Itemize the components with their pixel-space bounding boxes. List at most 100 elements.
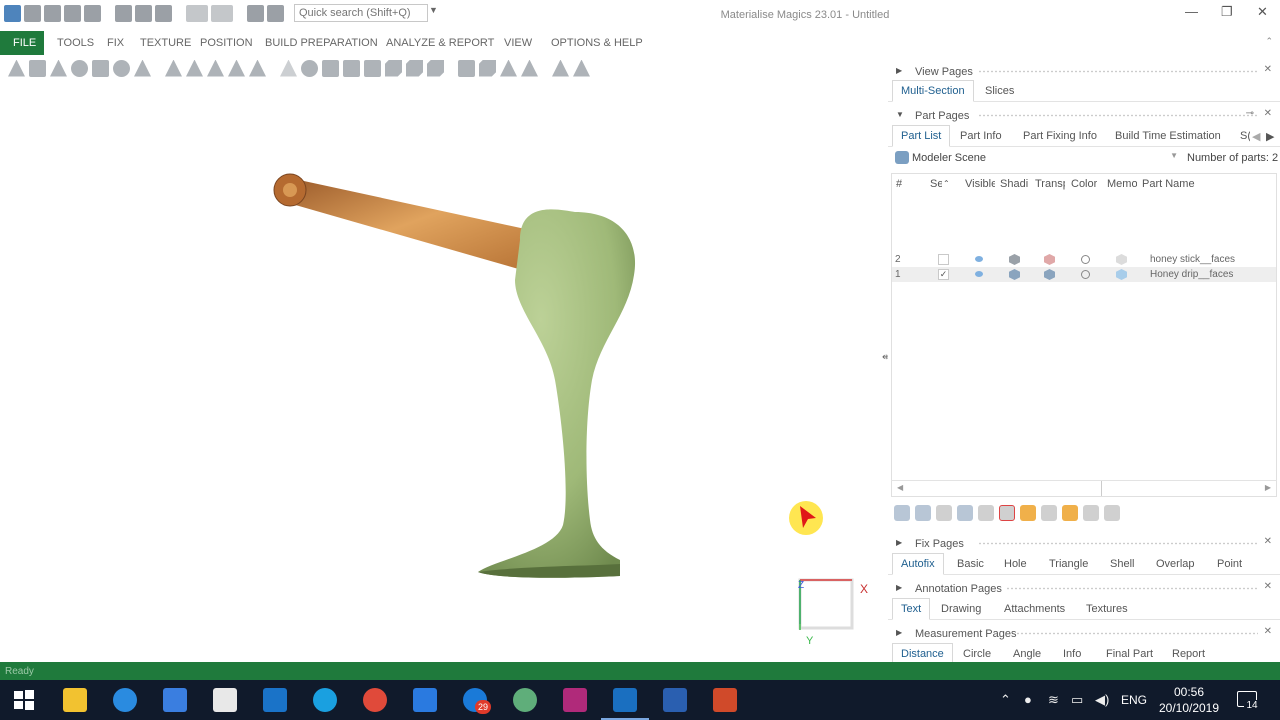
view-pages-header[interactable]: ▶ View Pages ✕ <box>888 60 1280 82</box>
measure-icon[interactable] <box>134 59 151 77</box>
battery-icon[interactable]: ▭ <box>1071 692 1083 708</box>
globe-app-icon[interactable] <box>513 688 537 712</box>
eye-icon[interactable] <box>975 256 983 262</box>
tab-hole[interactable]: Hole <box>1004 558 1027 570</box>
tab-point[interactable]: Point <box>1217 558 1242 570</box>
minimize-button[interactable]: — <box>1185 4 1198 19</box>
section-view-icon[interactable] <box>458 59 475 77</box>
collapse-triangle-icon[interactable]: ▶ <box>896 538 902 547</box>
col-visible[interactable]: Visible <box>965 178 995 190</box>
texture-part-icon[interactable] <box>1062 505 1078 521</box>
tab-shell[interactable]: Shell <box>1110 558 1134 570</box>
surface-mode-icon[interactable] <box>207 59 224 77</box>
word-icon[interactable] <box>663 688 687 712</box>
scroll-right-icon[interactable]: ▶ <box>1265 483 1271 492</box>
wifi-icon[interactable]: ≋ <box>1048 692 1059 708</box>
color-icon[interactable] <box>1081 270 1090 279</box>
eye-icon[interactable] <box>975 271 983 277</box>
pencil-icon[interactable] <box>413 688 437 712</box>
scroll-thumb[interactable] <box>1101 481 1102 496</box>
render-mode-icon[interactable] <box>427 59 444 77</box>
memo-icon[interactable] <box>1116 254 1127 265</box>
tab-part-fixing-info[interactable]: Part Fixing Info <box>1023 130 1097 142</box>
group-part-icon[interactable] <box>1083 505 1099 521</box>
file-explorer-icon[interactable] <box>63 688 87 712</box>
col-selected[interactable]: Se <box>930 178 942 190</box>
transparency-icon[interactable] <box>1044 254 1055 265</box>
skype-business-icon[interactable]: 29 <box>463 688 491 714</box>
tab-position[interactable]: POSITION <box>200 37 253 49</box>
expanded-triangle-icon[interactable]: ▼ <box>896 110 904 119</box>
col-shading[interactable]: Shadi <box>1000 178 1030 190</box>
close-button[interactable]: ✕ <box>1257 4 1268 20</box>
tab-drawing[interactable]: Drawing <box>941 603 981 615</box>
visual-studio-icon[interactable] <box>163 688 187 712</box>
tab-fix[interactable]: FIX <box>107 37 124 49</box>
triangle-mode-icon[interactable] <box>165 59 182 77</box>
close-icon[interactable]: ✕ <box>1264 626 1272 637</box>
col-transparency[interactable]: Transp <box>1035 178 1065 190</box>
tab-options-help[interactable]: OPTIONS & HELP <box>551 37 643 49</box>
tab-textures[interactable]: Textures <box>1086 603 1128 615</box>
row-select-checkbox[interactable]: ✓ <box>938 269 949 280</box>
internet-explorer-icon[interactable] <box>113 688 137 712</box>
annotation-pages-header[interactable]: ▶ Annotation Pages ✕ <box>888 577 1280 599</box>
expand-mode-icon[interactable] <box>249 59 266 77</box>
teams-icon[interactable] <box>563 688 587 712</box>
collapse-triangle-icon[interactable]: ▶ <box>896 583 902 592</box>
tray-app-icon[interactable]: ● <box>1024 692 1032 707</box>
wireframe-icon[interactable] <box>280 59 297 77</box>
tab-analyze-report[interactable]: ANALYZE & REPORT <box>386 37 494 49</box>
tab-truncated[interactable]: S( <box>1240 130 1250 142</box>
magics-icon[interactable] <box>601 688 649 720</box>
list-options-icon[interactable] <box>1104 505 1120 521</box>
row-select-checkbox[interactable] <box>938 254 949 265</box>
memo-icon[interactable] <box>1116 269 1127 280</box>
tab-overlap[interactable]: Overlap <box>1156 558 1195 570</box>
measurement-pages-header[interactable]: ▶ Measurement Pages ✕ <box>888 622 1280 644</box>
collapse-triangle-icon[interactable]: ▶ <box>896 628 902 637</box>
zoom-fit-icon[interactable] <box>343 59 360 77</box>
tray-chevron-icon[interactable]: ⌃ <box>1000 692 1011 708</box>
remove-part-icon[interactable] <box>915 505 931 521</box>
tab-attachments[interactable]: Attachments <box>1004 603 1065 615</box>
view-orientation-icon[interactable] <box>385 59 402 77</box>
tab-texture[interactable]: TEXTURE <box>140 37 191 49</box>
tab-part-info[interactable]: Part Info <box>960 130 1002 142</box>
tab-final-part[interactable]: Final Part <box>1106 648 1153 660</box>
col-memo[interactable]: Memo <box>1107 178 1137 190</box>
clip-icon[interactable] <box>479 59 496 77</box>
close-icon[interactable]: ✕ <box>1264 108 1272 119</box>
pencil-icon[interactable] <box>50 59 67 77</box>
tab-multi-section[interactable]: Multi-Section <box>892 80 974 102</box>
tab-circle[interactable]: Circle <box>963 648 991 660</box>
tab-text[interactable]: Text <box>892 598 931 620</box>
shading-icon[interactable] <box>1009 254 1020 265</box>
add-part-icon[interactable] <box>894 505 910 521</box>
shading-icon[interactable] <box>1009 269 1020 280</box>
split-part-icon[interactable] <box>978 505 994 521</box>
tab-part-list[interactable]: Part List <box>892 125 951 147</box>
plane-mode-icon[interactable] <box>228 59 245 77</box>
duplicate-part-icon[interactable] <box>936 505 952 521</box>
transparency-icon[interactable] <box>1044 269 1055 280</box>
col-part-name[interactable]: Part Name <box>1142 178 1195 190</box>
shell-mode-icon[interactable] <box>186 59 203 77</box>
tab-tools[interactable]: TOOLS <box>57 37 94 49</box>
part-pages-header[interactable]: ▼ Part Pages ⊸ ✕ <box>888 104 1280 126</box>
tab-info[interactable]: Info <box>1063 648 1081 660</box>
tab-report[interactable]: Report <box>1172 648 1205 660</box>
select-part-icon[interactable] <box>29 59 46 77</box>
shading-icon[interactable] <box>406 59 423 77</box>
tab-view[interactable]: VIEW <box>504 37 532 49</box>
scene-dropdown[interactable]: Modeler Scene ▼ <box>892 149 1182 167</box>
pin-icon[interactable]: ⊸ <box>1246 108 1254 119</box>
powerpoint-icon[interactable] <box>713 688 737 712</box>
volume-icon[interactable]: ◀) <box>1095 692 1109 708</box>
rotate-icon[interactable] <box>71 59 88 77</box>
select-icon[interactable] <box>8 59 25 77</box>
calculator-icon[interactable] <box>213 688 237 712</box>
tab-autofix[interactable]: Autofix <box>892 553 944 575</box>
3d-viewport[interactable]: Z X Y ⇹ <box>0 80 890 662</box>
tab-build-preparation[interactable]: BUILD PREPARATION <box>265 37 378 49</box>
